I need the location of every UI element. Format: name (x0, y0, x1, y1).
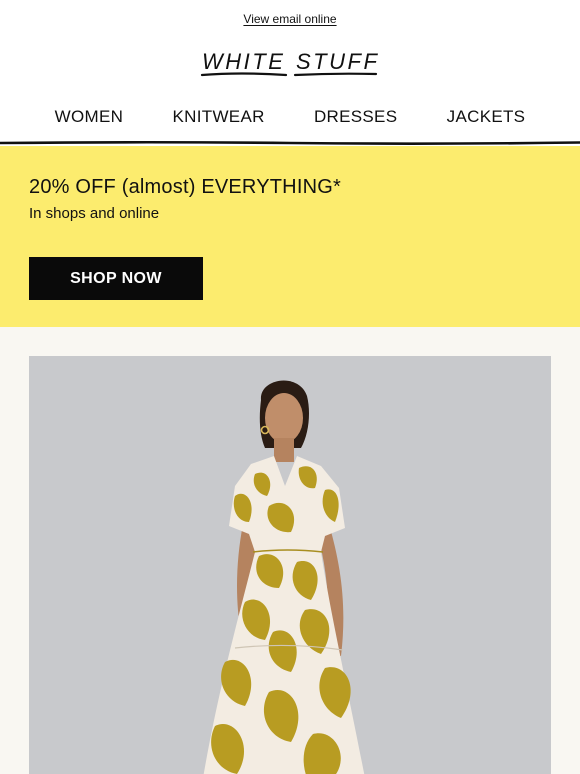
view-email-online-link[interactable]: View email online (243, 12, 336, 26)
top-bar: View email online (0, 0, 580, 36)
promo-subtitle: In shops and online (29, 205, 160, 222)
nav-item-dresses[interactable]: DRESSES (314, 107, 397, 127)
logo-underline-left (200, 72, 288, 77)
brand-logo-text-right: STUFF (296, 49, 379, 74)
nav-item-knitwear[interactable]: KNITWEAR (173, 107, 265, 127)
nav-item-jackets[interactable]: JACKETS (447, 107, 526, 127)
hero-section (0, 327, 580, 774)
hero-image[interactable] (29, 356, 551, 774)
promo-title: 20% OFF (almost) EVERYTHING* (29, 176, 341, 198)
brand-logo[interactable]: WHITE STUFF (200, 46, 380, 80)
face (265, 393, 303, 443)
main-nav: WOMEN KNITWEAR DRESSES JACKETS (0, 94, 580, 140)
nav-item-women[interactable]: WOMEN (55, 107, 124, 127)
brand-header: WHITE STUFF (0, 36, 580, 94)
shop-now-button[interactable]: SHOP NOW (29, 257, 203, 300)
logo-underline-right (293, 72, 378, 77)
brand-logo-text-left: WHITE (202, 49, 285, 74)
neck (274, 438, 294, 462)
promo-banner: 20% OFF (almost) EVERYTHING* In shops an… (0, 146, 580, 327)
hero-illustration (29, 356, 551, 774)
